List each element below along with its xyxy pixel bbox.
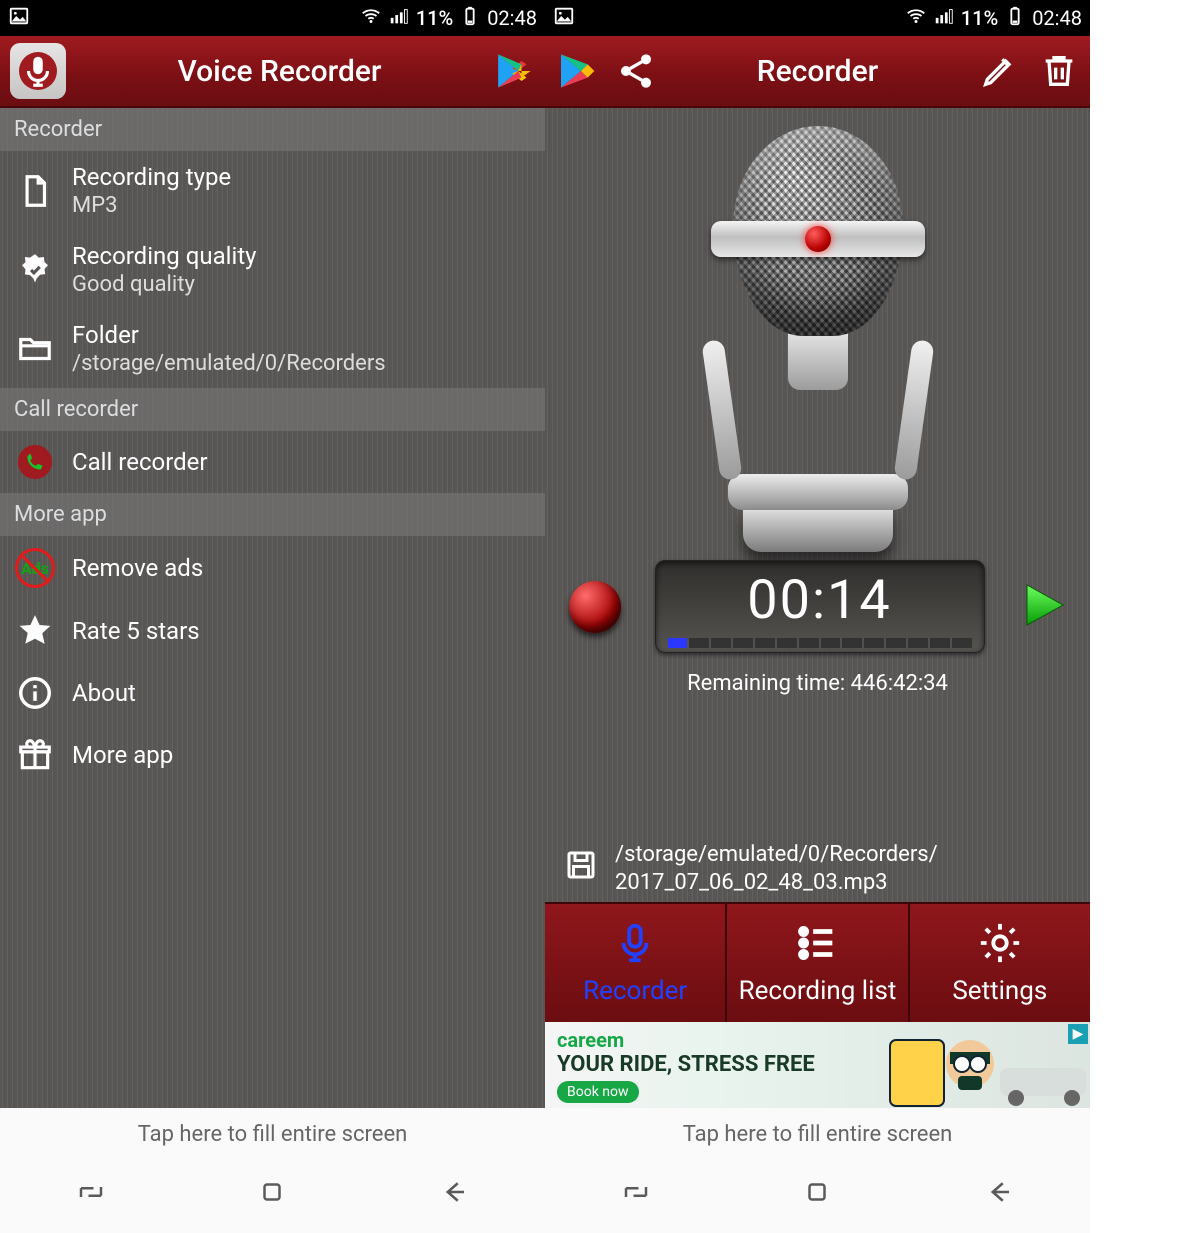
item-rate[interactable]: Rate 5 stars bbox=[0, 600, 545, 662]
picture-icon bbox=[553, 5, 575, 32]
item-title: More app bbox=[72, 741, 173, 769]
item-title: Call recorder bbox=[72, 448, 208, 476]
picture-icon bbox=[8, 5, 30, 32]
clock: 02:48 bbox=[1032, 6, 1082, 30]
item-title: Recording quality bbox=[72, 242, 257, 270]
ad-headline: YOUR RIDE, STRESS FREE bbox=[557, 1052, 815, 1077]
tab-settings[interactable]: Settings bbox=[910, 904, 1090, 1022]
section-header-recorder: Recorder bbox=[0, 108, 545, 151]
save-path: /storage/emulated/0/Recorders/ 2017_07_0… bbox=[545, 841, 1090, 896]
ad-art bbox=[850, 1022, 1090, 1108]
app-title: Voice Recorder bbox=[84, 54, 475, 89]
status-bar: 11% 02:48 bbox=[0, 0, 545, 36]
tab-label: Recorder bbox=[583, 976, 687, 1006]
play-store-icon[interactable] bbox=[493, 50, 535, 92]
item-title: Recording type bbox=[72, 163, 231, 191]
ad-close-icon[interactable]: ▶ bbox=[1068, 1024, 1088, 1044]
play-store-icon[interactable] bbox=[555, 50, 597, 92]
recorder-body: 00:14 Remaining time: 446:42:34 bbox=[545, 108, 1090, 902]
item-title: Remove ads bbox=[72, 554, 203, 582]
item-about[interactable]: About bbox=[0, 662, 545, 724]
wifi-icon bbox=[905, 5, 927, 32]
fill-screen-hint[interactable]: Tap here to fill entire screen bbox=[545, 1108, 1090, 1161]
info-icon bbox=[14, 674, 56, 712]
ad-brand: careem bbox=[557, 1028, 815, 1052]
section-header-more: More app bbox=[0, 493, 545, 536]
item-folder[interactable]: Folder /storage/emulated/0/Recorders bbox=[0, 309, 545, 388]
tab-recording-list[interactable]: Recording list bbox=[727, 904, 909, 1022]
home-button[interactable] bbox=[257, 1177, 287, 1211]
system-nav-bar bbox=[545, 1161, 1090, 1233]
remaining-time: Remaining time: 446:42:34 bbox=[687, 671, 948, 696]
trash-icon[interactable] bbox=[1038, 50, 1080, 92]
timer-display: 00:14 bbox=[655, 560, 985, 653]
wifi-icon bbox=[360, 5, 382, 32]
item-remove-ads[interactable]: Ads Remove ads bbox=[0, 536, 545, 600]
level-meter bbox=[668, 638, 972, 648]
recents-button[interactable] bbox=[76, 1177, 106, 1211]
play-button[interactable] bbox=[1019, 581, 1067, 633]
battery-icon bbox=[1004, 5, 1026, 32]
signal-icon bbox=[388, 5, 410, 32]
app-logo-icon bbox=[10, 43, 66, 99]
item-sub: /storage/emulated/0/Recorders bbox=[72, 351, 386, 376]
item-more-app[interactable]: More app bbox=[0, 724, 545, 786]
item-title: Rate 5 stars bbox=[72, 617, 200, 645]
call-recorder-icon bbox=[14, 443, 56, 481]
item-title: Folder bbox=[72, 321, 386, 349]
app-header: Recorder bbox=[545, 36, 1090, 108]
share-icon[interactable] bbox=[615, 50, 657, 92]
tab-label: Recording list bbox=[739, 976, 897, 1006]
item-title: About bbox=[72, 679, 136, 707]
tab-recorder[interactable]: Recorder bbox=[545, 904, 727, 1022]
star-icon bbox=[14, 612, 56, 650]
ad-cta[interactable]: Book now bbox=[557, 1081, 639, 1103]
ad-banner[interactable]: careem YOUR RIDE, STRESS FREE Book now ▶ bbox=[545, 1022, 1090, 1108]
file-icon bbox=[14, 172, 56, 210]
item-sub: Good quality bbox=[72, 272, 257, 297]
recents-button[interactable] bbox=[621, 1177, 651, 1211]
tab-label: Settings bbox=[952, 976, 1047, 1006]
folder-icon bbox=[14, 330, 56, 368]
status-bar: 11% 02:48 bbox=[545, 0, 1090, 36]
phone-settings-screen: 11% 02:48 Voice Recorder Recorder bbox=[0, 0, 545, 1233]
app-title: Recorder bbox=[675, 54, 960, 89]
system-nav-bar bbox=[0, 1161, 545, 1233]
quality-badge-icon bbox=[14, 251, 56, 289]
no-ads-icon: Ads bbox=[14, 548, 56, 588]
battery-pct: 11% bbox=[416, 6, 453, 30]
background bbox=[0, 786, 545, 1108]
save-path-line2: 2017_07_06_02_48_03.mp3 bbox=[615, 869, 938, 897]
fill-screen-hint[interactable]: Tap here to fill entire screen bbox=[0, 1108, 545, 1161]
item-sub: MP3 bbox=[72, 193, 231, 218]
bottom-tabs: Recorder Recording list Settings bbox=[545, 902, 1090, 1022]
item-call-recorder[interactable]: Call recorder bbox=[0, 431, 545, 493]
gift-icon bbox=[14, 736, 56, 774]
home-button[interactable] bbox=[802, 1177, 832, 1211]
item-recording-quality[interactable]: Recording quality Good quality bbox=[0, 230, 545, 309]
record-button[interactable] bbox=[569, 581, 621, 633]
phone-recorder-screen: 11% 02:48 Recorder bbox=[545, 0, 1090, 1233]
item-recording-type[interactable]: Recording type MP3 bbox=[0, 151, 545, 230]
app-header: Voice Recorder bbox=[0, 36, 545, 108]
battery-pct: 11% bbox=[961, 6, 998, 30]
clock: 02:48 bbox=[487, 6, 537, 30]
timer-value: 00:14 bbox=[747, 569, 891, 632]
save-icon bbox=[563, 847, 599, 891]
battery-icon bbox=[459, 5, 481, 32]
edit-icon[interactable] bbox=[978, 50, 1020, 92]
save-path-line1: /storage/emulated/0/Recorders/ bbox=[615, 841, 938, 869]
microphone-illustration bbox=[703, 126, 933, 552]
back-button[interactable] bbox=[984, 1177, 1014, 1211]
section-header-call: Call recorder bbox=[0, 388, 545, 431]
signal-icon bbox=[933, 5, 955, 32]
back-button[interactable] bbox=[439, 1177, 469, 1211]
